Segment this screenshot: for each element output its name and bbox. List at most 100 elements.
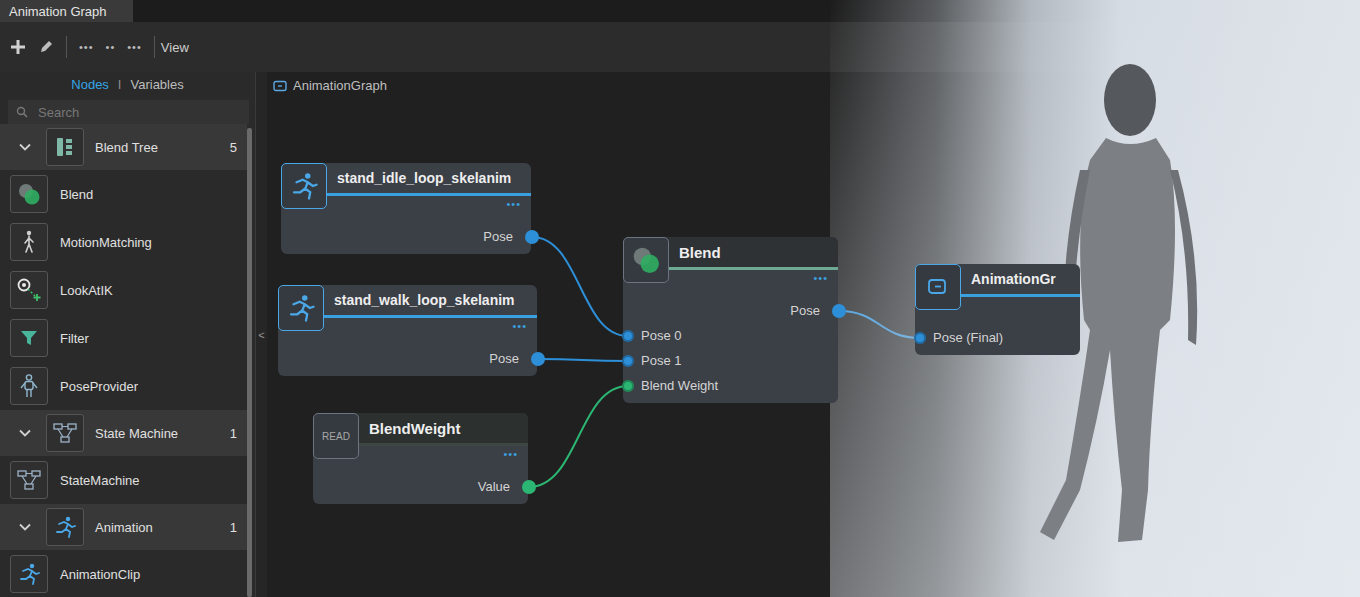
- clip-icon: [10, 555, 48, 593]
- output-icon: [915, 264, 961, 310]
- panel-tab[interactable]: Variables: [130, 77, 183, 92]
- connection-wire[interactable]: [538, 359, 628, 361]
- panel-tab[interactable]: Nodes: [71, 77, 109, 92]
- node-port[interactable]: Pose 0: [623, 323, 838, 348]
- node-type-item[interactable]: MotionMatching: [0, 218, 247, 266]
- node-type-item[interactable]: Filter: [0, 314, 247, 362]
- category-header[interactable]: Animation1: [0, 504, 247, 550]
- chevron-icon[interactable]: [18, 140, 32, 154]
- node-accent: [324, 315, 537, 318]
- port-socket[interactable]: [914, 332, 926, 344]
- clip-icon: [46, 508, 84, 546]
- node-type-name: Blend: [60, 187, 93, 202]
- filter-icon: [10, 319, 48, 357]
- toolbar-separator: [154, 36, 155, 58]
- category-name: State Machine: [95, 426, 230, 441]
- tab-separator: I: [118, 77, 122, 92]
- node-port[interactable]: Value: [313, 474, 528, 499]
- panel-tabs: Nodes I Variables: [0, 72, 255, 96]
- node-title: AnimationGr: [971, 271, 1056, 287]
- tree-icon: [46, 128, 84, 166]
- port-socket[interactable]: [525, 230, 539, 244]
- category-count: 5: [230, 140, 237, 155]
- port-label: Pose 0: [641, 328, 681, 343]
- node-accent: [669, 267, 838, 270]
- connection-wire[interactable]: [532, 237, 628, 336]
- node-title: Blend: [679, 244, 721, 261]
- blend-icon: [10, 175, 48, 213]
- port-label: Value: [478, 479, 510, 494]
- chevron-icon[interactable]: [18, 426, 32, 440]
- graph-node[interactable]: stand_walk_loop_skelanim•••Pose: [278, 285, 537, 376]
- view-menu[interactable]: View: [161, 40, 189, 55]
- category-count: 1: [230, 520, 237, 535]
- node-type-item[interactable]: Blend: [0, 170, 247, 218]
- node-type-name: LookAtIK: [60, 283, 113, 298]
- node-type-name: MotionMatching: [60, 235, 152, 250]
- node-type-name: PoseProvider: [60, 379, 138, 394]
- port-label: Pose: [790, 303, 820, 318]
- node-port[interactable]: Pose: [278, 346, 537, 371]
- node-library-panel: Nodes I Variables Blend Tree5 Blend MotionMat…: [0, 72, 255, 597]
- clip-icon: [281, 163, 327, 209]
- window-tab[interactable]: Animation Graph: [0, 0, 133, 22]
- toolbar-separator: [66, 36, 67, 58]
- node-port[interactable]: Pose 1: [623, 348, 838, 373]
- category-count: 1: [230, 426, 237, 441]
- category-header[interactable]: State Machine1: [0, 410, 247, 456]
- port-socket[interactable]: [531, 352, 545, 366]
- port-label: Pose: [489, 351, 519, 366]
- pose-icon: [10, 367, 48, 405]
- graph-node[interactable]: Blend•••PosePose 0Pose 1Blend Weight: [623, 237, 838, 403]
- graph-icon: [273, 80, 287, 92]
- node-title: stand_walk_loop_skelanim: [334, 292, 515, 308]
- toolbar-group[interactable]: •••: [127, 41, 142, 53]
- chevron-icon[interactable]: [18, 520, 32, 534]
- node-type-item[interactable]: StateMachine: [0, 456, 247, 504]
- search-field[interactable]: [8, 100, 249, 124]
- toolbar-group[interactable]: •••: [79, 41, 94, 53]
- connection-wire[interactable]: [529, 386, 628, 487]
- category-name: Animation: [95, 520, 230, 535]
- scrollbar[interactable]: [247, 128, 252, 597]
- collapse-button[interactable]: <: [258, 329, 264, 341]
- graph-node[interactable]: stand_idle_loop_skelanim•••Pose: [281, 163, 531, 254]
- sm-icon: [46, 414, 84, 452]
- node-type-item[interactable]: PoseProvider: [0, 362, 247, 410]
- port-socket[interactable]: [622, 380, 634, 392]
- port-socket[interactable]: [622, 355, 634, 367]
- graph-node[interactable]: READBlendWeight•••Value: [313, 413, 528, 504]
- port-label: Pose (Final): [933, 330, 1003, 345]
- port-socket[interactable]: [832, 304, 846, 318]
- node-port[interactable]: Blend Weight: [623, 373, 838, 398]
- sm-icon: [10, 461, 48, 499]
- category-name: Blend Tree: [95, 140, 230, 155]
- panel-splitter[interactable]: <: [255, 72, 267, 597]
- node-accent: [327, 193, 531, 196]
- search-input[interactable]: [36, 104, 249, 121]
- node-type-name: StateMachine: [60, 473, 140, 488]
- node-accent: [961, 294, 1080, 297]
- node-port[interactable]: Pose (Final): [915, 325, 1080, 350]
- viewport-preview: [830, 0, 1360, 597]
- node-type-item[interactable]: LookAtIK: [0, 266, 247, 314]
- graph-node[interactable]: AnimationGr Pose (Final): [915, 264, 1080, 355]
- node-type-item[interactable]: AnimationClip: [0, 550, 247, 597]
- node-type-name: Filter: [60, 331, 89, 346]
- port-label: Pose: [483, 229, 513, 244]
- category-header[interactable]: Blend Tree5: [0, 124, 247, 170]
- node-title: stand_idle_loop_skelanim: [337, 170, 511, 186]
- plus-icon[interactable]: [10, 39, 26, 55]
- blend-icon: [623, 237, 669, 283]
- pencil-icon[interactable]: [38, 39, 54, 55]
- node-port[interactable]: Pose: [281, 224, 531, 249]
- port-label: Pose 1: [641, 353, 681, 368]
- read-badge: READ: [322, 431, 350, 442]
- port-socket[interactable]: [522, 480, 536, 494]
- animation-graph-window: Animation Graph••••••••ViewNodesIVariabl…: [0, 0, 1360, 597]
- toolbar-group[interactable]: ••: [106, 41, 116, 53]
- magnifier-icon: [16, 106, 28, 118]
- clip-icon: [278, 285, 324, 331]
- node-port[interactable]: Pose: [623, 298, 838, 323]
- port-socket[interactable]: [622, 330, 634, 342]
